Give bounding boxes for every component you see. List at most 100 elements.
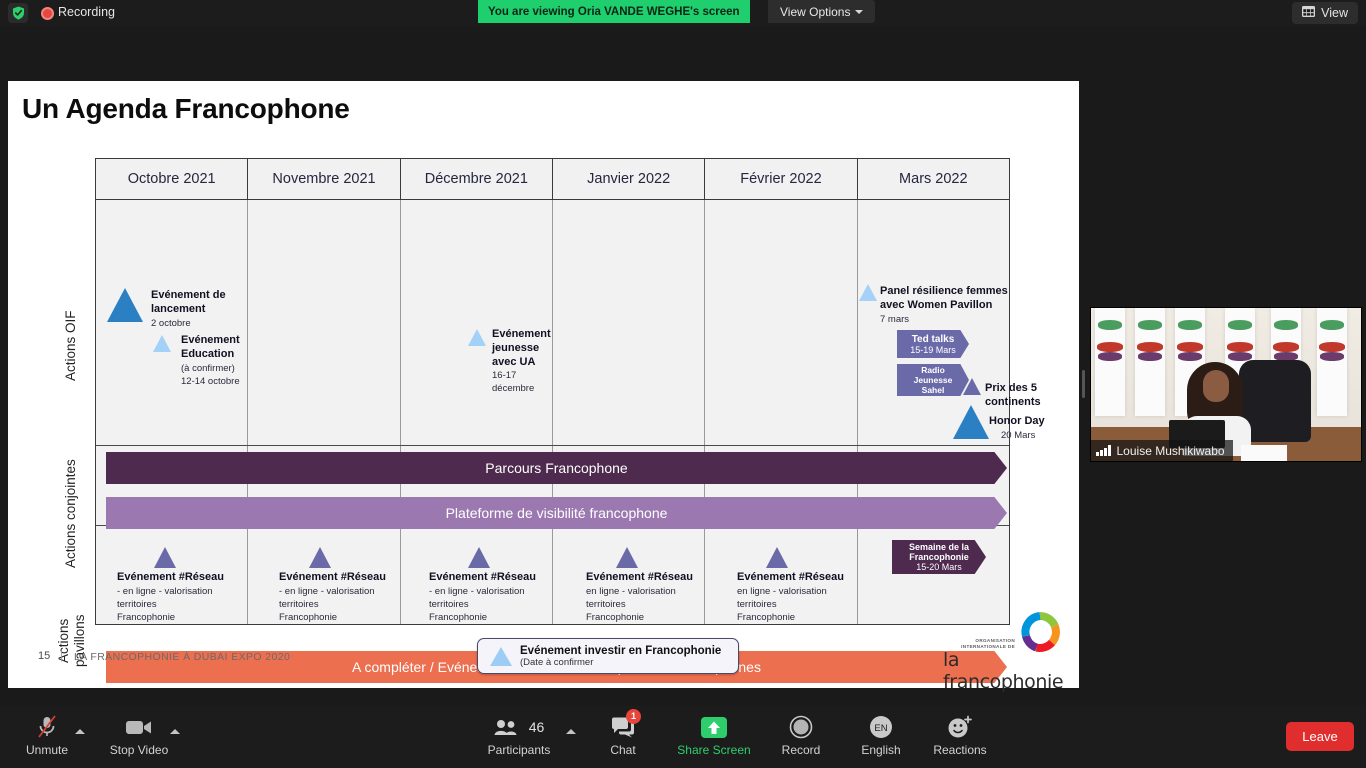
- oif-logo-sub-1: ORGANISATION: [975, 638, 1015, 643]
- event-honor-date: 20 Mars: [1001, 429, 1036, 441]
- reactions-button[interactable]: Reactions: [923, 714, 997, 762]
- event-reseau-oct-l1: - en ligne - valorisation: [117, 585, 213, 597]
- column-header-jan: Janvier 2022: [553, 159, 706, 199]
- zoom-top-bar: Recording You are viewing Oria VANDE WEG…: [0, 0, 1366, 26]
- share-screen-button[interactable]: Share Screen: [675, 714, 753, 762]
- event-reseau-nov-l3: Francophonie: [279, 612, 338, 623]
- event-reseau-oct-l2: territoires: [117, 598, 157, 610]
- view-options-label: View Options: [780, 4, 851, 19]
- svg-text:EN: EN: [874, 723, 887, 734]
- participants-button[interactable]: 46 Participants: [482, 714, 556, 762]
- event-panel-title-1: Panel résilience femmes: [880, 285, 1008, 297]
- triangle-marker-purple: [154, 547, 176, 568]
- event-panel-date: 7 mars: [880, 313, 910, 325]
- participant-name-bar: Louise Mushikiwabo: [1091, 440, 1233, 461]
- event-jeunesse-date-1: 16-17: [492, 370, 517, 382]
- record-dot-icon: [38, 4, 56, 22]
- event-jeunesse-title-1: Evénement: [492, 328, 551, 340]
- event-education-title-2: Education: [181, 347, 235, 360]
- smiley-plus-icon: [947, 714, 973, 740]
- badge-semaine-label-1: Semaine de la: [908, 542, 970, 552]
- record-circle-icon: [789, 714, 813, 740]
- audio-options-caret[interactable]: [72, 723, 88, 739]
- shared-slide: Un Agenda Francophone Actions OIF Action…: [8, 81, 1079, 693]
- event-jeunesse-title-3: avec UA: [492, 355, 536, 368]
- bar-parcours-label: Parcours Francophone: [485, 460, 628, 476]
- event-reseau-dec: Evénement #Réseau - en ligne - valorisat…: [429, 571, 559, 624]
- participant-video-tile[interactable]: Louise Mushikiwabo: [1090, 307, 1362, 462]
- chat-button[interactable]: 1 Chat: [586, 709, 660, 762]
- grid-header-row: Octobre 2021 Novembre 2021 Décembre 2021…: [96, 159, 1009, 200]
- event-reseau-nov-l1: - en ligne - valorisation: [279, 585, 375, 597]
- row-label-actions-oif: Actions OIF: [63, 310, 78, 382]
- camera-icon: [126, 714, 152, 740]
- badge-radio-jeunesse-sahel: Radio Jeunesse Sahel: [897, 364, 969, 396]
- share-arrow-up-icon: [699, 714, 729, 740]
- record-button[interactable]: Record: [764, 714, 838, 762]
- event-jeunesse-ua: Evénement jeunesse avec UA 16-17 décembr…: [492, 328, 570, 396]
- event-reseau-dec-title: Evénement #Réseau: [429, 571, 536, 583]
- event-prix-title-1: Prix des 5: [985, 382, 1037, 394]
- column-header-dec: Décembre 2021: [401, 159, 553, 199]
- event-reseau-oct: Evénement #Réseau - en ligne - valorisat…: [117, 571, 247, 624]
- event-reseau-feb-l2: territoires: [737, 598, 777, 610]
- language-button[interactable]: EN English: [844, 714, 918, 762]
- badge-ted-talks-label: Ted talks: [911, 333, 955, 345]
- grid-body: [96, 200, 1009, 624]
- event-jeunesse-date-2: décembre: [492, 383, 535, 395]
- event-education-title-1: Evénement: [181, 334, 240, 346]
- bar-plateforme-label: Plateforme de visibilité francophone: [445, 505, 668, 521]
- video-options-caret[interactable]: [167, 723, 183, 739]
- event-reseau-dec-l3: Francophonie: [429, 612, 488, 623]
- oif-ring-icon: [1019, 611, 1061, 653]
- event-reseau-jan-title: Evénement #Réseau: [586, 571, 693, 583]
- oif-logo: ORGANISATION INTERNATIONALE DE la franco…: [943, 612, 1064, 693]
- row-label-actions-pavillons-2: pavillons: [72, 614, 87, 668]
- shield-check-icon[interactable]: [8, 3, 28, 23]
- stop-video-button[interactable]: Stop Video: [102, 714, 176, 762]
- triangle-marker-purple: [963, 378, 981, 395]
- view-options-button[interactable]: View Options: [768, 0, 876, 23]
- participants-count: 46: [528, 719, 545, 735]
- triangle-marker-purple: [616, 547, 638, 568]
- microphone-muted-icon: [36, 714, 58, 740]
- badge-semaine-francophonie: Semaine de la Francophonie 15-20 Mars: [892, 540, 986, 574]
- event-lancement: Evénement de lancement 2 octobre: [151, 289, 243, 330]
- chat-label: Chat: [610, 743, 636, 757]
- record-label: Record: [781, 743, 821, 757]
- footer-text: LA FRANCOPHONIE À DUBAI EXPO 2020: [74, 651, 291, 663]
- event-reseau-feb-l3: Francophonie: [737, 612, 796, 623]
- triangle-marker-dark: [107, 288, 143, 322]
- event-lancement-title-1: Evénement de: [151, 289, 226, 301]
- legend-title: Evénement investir en Francophonie: [520, 645, 722, 657]
- participants-options-caret[interactable]: [563, 723, 579, 739]
- event-panel-resilience: Panel résilience femmes avec Women Pavil…: [880, 285, 1020, 326]
- view-button-label: View: [1321, 6, 1348, 20]
- event-prix-5-continents: Prix des 5 continents: [985, 382, 1053, 410]
- oif-logo-wordmark: la francophonie: [943, 649, 1064, 693]
- triangle-marker-light: [153, 335, 171, 352]
- event-reseau-dec-l1: - en ligne - valorisation: [429, 585, 525, 597]
- video-background: [1091, 308, 1361, 461]
- legend-box: Evénement investir en Francophonie (Date…: [477, 638, 739, 674]
- event-reseau-jan: Evénement #Réseau en ligne - valorisatio…: [586, 571, 716, 624]
- chevron-up-icon: [170, 728, 180, 734]
- page-number: 15: [38, 650, 51, 662]
- event-prix-title-2: continents: [985, 395, 1041, 408]
- view-button[interactable]: View: [1292, 2, 1358, 24]
- unmute-label: Unmute: [25, 743, 69, 757]
- badge-ted-talks: Ted talks 15-19 Mars: [897, 330, 969, 358]
- column-header-feb: Février 2022: [705, 159, 858, 199]
- event-reseau-feb-title: Evénement #Réseau: [737, 571, 844, 583]
- participants-label: Participants: [487, 743, 551, 757]
- badge-ted-talks-date: 15-19 Mars: [910, 344, 956, 355]
- leave-button[interactable]: Leave: [1286, 722, 1354, 751]
- event-reseau-jan-l2: territoires: [586, 598, 626, 610]
- column-header-oct: Octobre 2021: [96, 159, 249, 199]
- column-header-nov: Novembre 2021: [248, 159, 401, 199]
- panel-splitter-handle[interactable]: [1082, 370, 1085, 398]
- triangle-marker-purple: [468, 547, 490, 568]
- people-icon: 46: [494, 714, 545, 740]
- recording-label: Recording: [58, 5, 115, 19]
- event-reseau-nov-l2: territoires: [279, 598, 319, 610]
